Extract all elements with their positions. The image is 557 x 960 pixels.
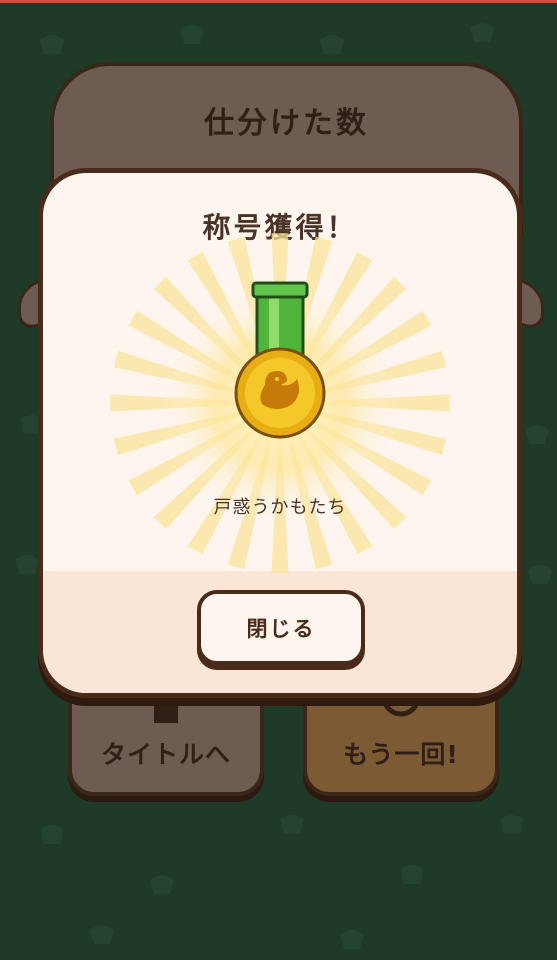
title-button-label: タイトルへ [100,740,231,769]
achievement-dialog: 称号獲得！ 戸惑うかもたち 閉じる [38,168,522,698]
score-panel-title: 仕分けた数 [204,106,369,141]
achievement-name: 戸惑うかもたち [213,497,347,518]
close-button[interactable]: 閉じる [197,590,365,665]
retry-button-label: もう一回! [343,740,459,769]
duck-medal-icon [234,281,326,439]
